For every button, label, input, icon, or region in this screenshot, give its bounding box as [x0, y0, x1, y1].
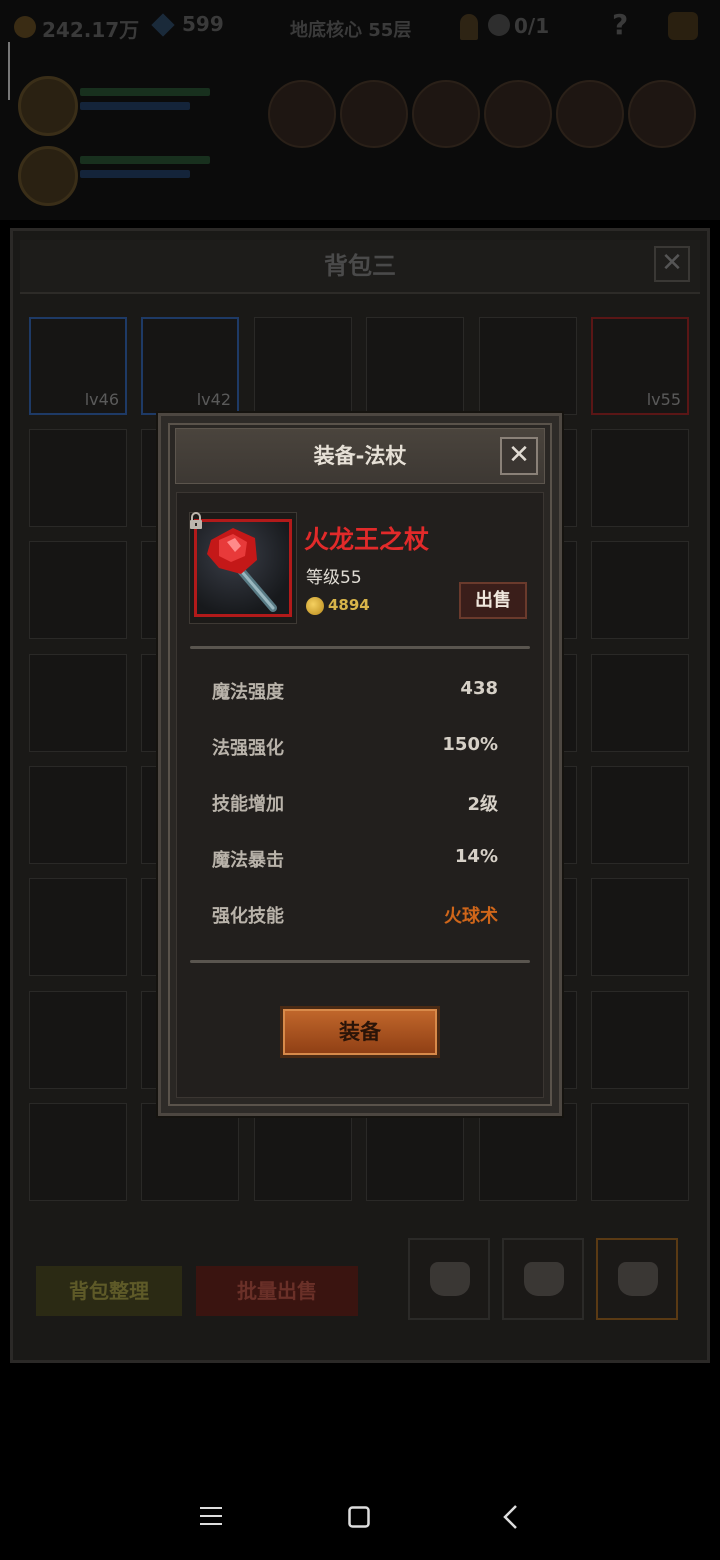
- bag-slot[interactable]: [479, 317, 577, 415]
- coin-icon: [306, 597, 324, 615]
- item-price: 4894: [328, 596, 370, 614]
- hero-1-mp-bar: [80, 102, 190, 110]
- sell-button[interactable]: 出售: [459, 582, 527, 619]
- skill-icon-4[interactable]: [484, 80, 552, 148]
- bag-slot[interactable]: [366, 317, 464, 415]
- stat-label: 法强强化: [212, 738, 284, 759]
- hero-2-hp-bar: [80, 156, 210, 164]
- help-button[interactable]: ?: [612, 8, 628, 41]
- bag-tab-1-icon: [430, 1262, 470, 1296]
- divider-bottom: [190, 960, 530, 963]
- bag-slot[interactable]: [591, 541, 689, 639]
- bag-sort-button[interactable]: 背包整理: [36, 1266, 182, 1316]
- equip-button[interactable]: 装备: [280, 1006, 440, 1058]
- bag-slot[interactable]: lv55: [591, 317, 689, 415]
- bag-tab-3[interactable]: [596, 1238, 678, 1320]
- dialog-close-button[interactable]: ✕: [500, 437, 538, 475]
- bag-slot[interactable]: [29, 878, 127, 976]
- dialog-title: 装备-法杖: [313, 444, 407, 468]
- stat-label: 魔法强度: [212, 682, 284, 703]
- bag-slot[interactable]: lv42: [141, 317, 239, 415]
- item-name: 火龙王之杖: [304, 525, 430, 554]
- bag-close-button[interactable]: ✕: [654, 246, 690, 282]
- bag-slot[interactable]: [591, 766, 689, 864]
- text-cursor: [8, 42, 10, 100]
- skill-icon-6[interactable]: [628, 80, 696, 148]
- bulk-sell-button[interactable]: 批量出售: [196, 1266, 358, 1316]
- skill-icon-5[interactable]: [556, 80, 624, 148]
- skill-icon-2[interactable]: [340, 80, 408, 148]
- bag-title: 背包三: [324, 252, 396, 280]
- bag-slot[interactable]: [141, 1103, 239, 1201]
- stat-label: 强化技能: [212, 906, 284, 927]
- skill-icon-1[interactable]: [268, 80, 336, 148]
- bag-slot[interactable]: [479, 1103, 577, 1201]
- bag-slot[interactable]: [591, 991, 689, 1089]
- gold-amount: 242.17万: [42, 18, 140, 42]
- home-icon[interactable]: [348, 1506, 370, 1528]
- skill-icon-3[interactable]: [412, 80, 480, 148]
- bag-slot[interactable]: [591, 1103, 689, 1201]
- divider-top: [190, 646, 530, 649]
- slot-item-level: lv42: [196, 390, 231, 409]
- gold-coin-icon: [14, 16, 36, 38]
- bag-slot[interactable]: [29, 429, 127, 527]
- bag-tab-3-icon: [618, 1262, 658, 1296]
- bag-tab-2[interactable]: [502, 1238, 584, 1320]
- stat-label: 魔法暴击: [212, 850, 284, 871]
- hero-2-mp-bar: [80, 170, 190, 178]
- bag-slot[interactable]: [29, 654, 127, 752]
- bag-slot[interactable]: [591, 654, 689, 752]
- hero-avatar-1[interactable]: [18, 76, 78, 136]
- slot-item-level: lv55: [646, 390, 681, 409]
- bag-slot[interactable]: [366, 1103, 464, 1201]
- hero-avatar-2[interactable]: [18, 146, 78, 206]
- back-icon[interactable]: [502, 1504, 520, 1530]
- bag-slot[interactable]: [254, 1103, 352, 1201]
- bag-slot[interactable]: [591, 878, 689, 976]
- hero-1-hp-bar: [80, 88, 210, 96]
- menu-icon[interactable]: [200, 1506, 222, 1526]
- stat-value: 2级: [467, 794, 498, 815]
- enhanced-skill-value: 火球术: [444, 906, 498, 927]
- bag-slot[interactable]: [591, 429, 689, 527]
- settings-icon[interactable]: [668, 12, 698, 40]
- staff-icon-graphic: [207, 528, 277, 612]
- key-count: 0/1: [514, 14, 550, 38]
- item-level: 等级55: [306, 568, 362, 588]
- stat-label: 技能增加: [212, 794, 284, 815]
- bag-tab-2-icon: [524, 1262, 564, 1296]
- bag-slot[interactable]: lv46: [29, 317, 127, 415]
- bag-slot[interactable]: [29, 991, 127, 1089]
- stat-value: 438: [460, 678, 498, 699]
- key-icon: [460, 14, 478, 40]
- dungeon-floor: 地底核心 55层: [290, 20, 412, 41]
- staff-icon: [194, 519, 292, 617]
- bag-tab-1[interactable]: [408, 1238, 490, 1320]
- stat-value: 14%: [454, 846, 498, 867]
- bag-slot[interactable]: [29, 766, 127, 864]
- lock-icon[interactable]: [188, 512, 204, 530]
- skull-icon: [488, 14, 510, 36]
- gem-amount: 599: [182, 12, 224, 36]
- bag-slot[interactable]: [29, 541, 127, 639]
- stat-value: 150%: [442, 734, 498, 755]
- slot-item-level: lv46: [84, 390, 119, 409]
- bag-slot[interactable]: [254, 317, 352, 415]
- bag-slot[interactable]: [29, 1103, 127, 1201]
